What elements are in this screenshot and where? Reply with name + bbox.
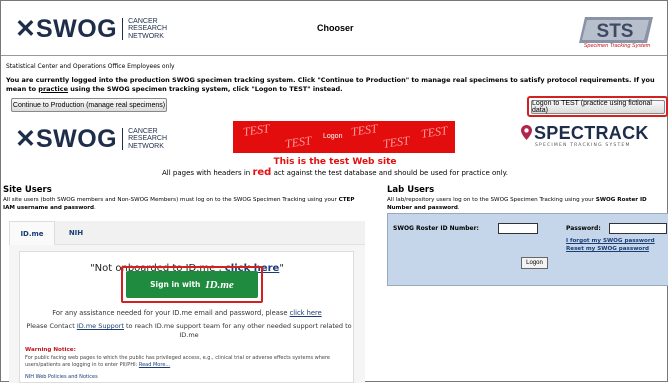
staff-note: Statistical Center and Operations Office…	[6, 63, 175, 70]
logon-to-test-button[interactable]: Logon to TEST (practice using fictional …	[531, 100, 665, 114]
lab-users-description: All lab/repository users log on to the S…	[387, 197, 647, 211]
login-method-tabs: ID.me NIH	[9, 221, 365, 245]
test-watermark: TEST	[242, 121, 271, 139]
sts-letters: STS	[597, 21, 634, 42]
site-users-description: All site users (both SWOG members and No…	[3, 197, 355, 211]
page-title: Chooser	[317, 23, 354, 33]
swog-logo: ✕ SWOG CANCER RESEARCH NETWORK	[15, 14, 167, 44]
sign-in-label: Sign in with	[150, 280, 201, 289]
tab-idme[interactable]: ID.me	[9, 221, 55, 245]
test-watermark: TEST	[284, 133, 313, 151]
warning-notice-text: For public facing web pages to which the…	[25, 355, 330, 368]
test-banner: TEST TEST TEST TEST TEST Logon	[233, 121, 455, 153]
swog-wordmark: SWOG	[35, 14, 118, 43]
banner-logon-label: Logon	[323, 133, 343, 140]
tab-nih[interactable]: NIH	[59, 221, 93, 245]
swog-wordmark: SWOG	[35, 124, 118, 153]
nih-policies-link[interactable]: NIH Web Policies and Notices	[25, 374, 98, 380]
swog-x-mark-icon: ✕	[15, 125, 36, 153]
test-site-notice: All pages with headers in red act agains…	[161, 167, 509, 178]
practice-emphasis: practice	[38, 84, 68, 93]
swog-logo-test: ✕ SWOG CANCER RESEARCH NETWORK	[15, 124, 167, 154]
site-users-heading: Site Users	[3, 185, 52, 195]
sts-logo: STS Specimen Tracking System	[579, 17, 653, 49]
swog-logo-subtitle: CANCER RESEARCH NETWORK	[122, 127, 167, 151]
test-watermark: TEST	[382, 133, 411, 151]
reset-password-link[interactable]: Reset my SWOG password	[566, 246, 649, 252]
roster-id-input[interactable]	[498, 223, 538, 234]
test-watermark: TEST	[350, 121, 379, 139]
assistance-click-here-link[interactable]: click here	[290, 309, 322, 317]
assistance-text: For any assistance needed for your ID.me…	[52, 309, 322, 317]
continue-to-production-button[interactable]: Continue to Production (manage real spec…	[11, 98, 167, 112]
lab-logon-button[interactable]: Logon	[521, 257, 548, 269]
warning-notice-heading: Warning Notice:	[25, 347, 76, 353]
sts-tagline: Specimen Tracking System	[584, 43, 651, 49]
sign-in-with-idme-button[interactable]: Sign in with ID.me	[126, 271, 258, 298]
roster-id-label: SWOG Roster ID Number:	[393, 225, 479, 232]
idme-brand-mark: ID.me	[205, 278, 234, 291]
idme-support-link[interactable]: ID.me Support	[77, 322, 124, 330]
forgot-password-link[interactable]: I forgot my SWOG password	[566, 238, 655, 244]
location-pin-icon	[521, 125, 532, 140]
test-watermark: TEST	[420, 123, 449, 141]
password-label: Password:	[566, 225, 601, 232]
lab-users-heading: Lab Users	[387, 185, 435, 195]
test-site-warning: This is the test Web site	[273, 157, 397, 167]
password-input[interactable]	[609, 223, 667, 234]
spectrack-tagline: SPECIMEN TRACKING SYSTEM	[535, 143, 631, 148]
environment-message: You are currently logged into the produc…	[6, 76, 655, 93]
swog-logo-subtitle: CANCER RESEARCH NETWORK	[122, 17, 167, 41]
spectrack-name: SPECTRACK	[534, 123, 649, 143]
read-more-link[interactable]: Read More...	[139, 362, 170, 368]
contact-support-text: Please Contact ID.me Support to reach ID…	[26, 322, 352, 339]
swog-x-mark-icon: ✕	[15, 15, 36, 43]
